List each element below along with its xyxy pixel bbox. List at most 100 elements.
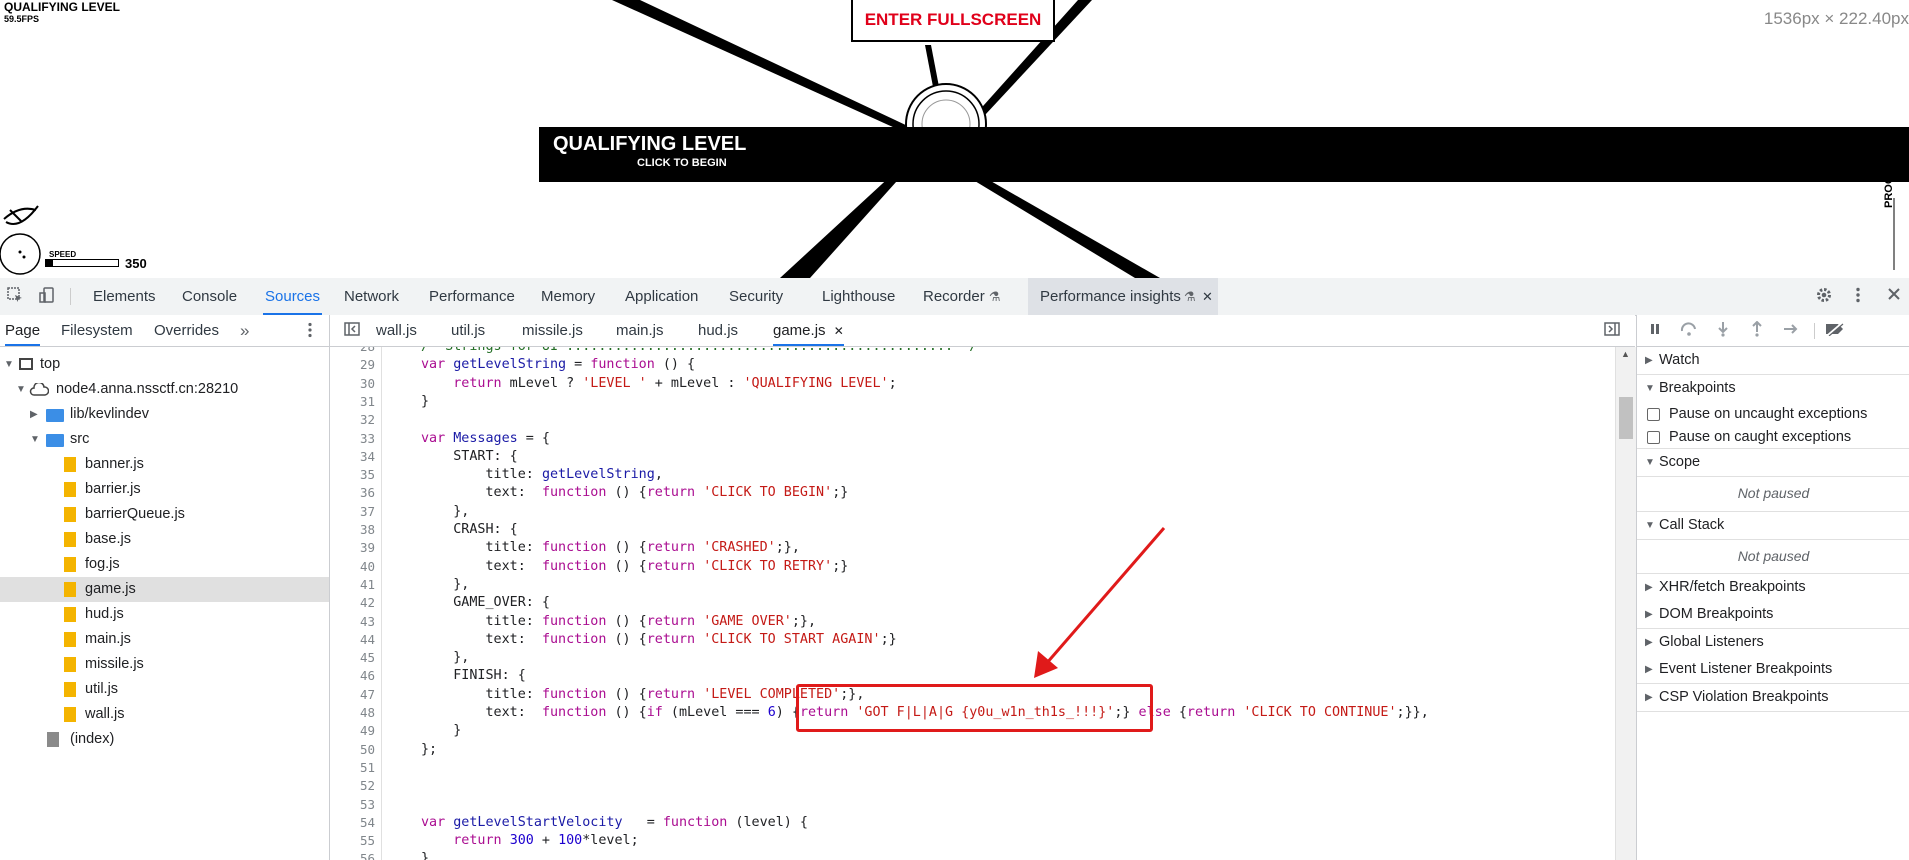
line-number[interactable]: 50	[335, 742, 375, 757]
tree-item-file[interactable]: barrierQueue.js	[0, 502, 329, 527]
pause-icon[interactable]	[1645, 321, 1665, 341]
line-number[interactable]: 40	[335, 559, 375, 574]
editor-tab[interactable]: missile.js	[522, 315, 583, 346]
more-options-icon[interactable]	[1848, 286, 1868, 306]
step-over-icon[interactable]	[1679, 321, 1699, 341]
line-number[interactable]: 37	[335, 504, 375, 519]
tab-sources[interactable]: Sources	[263, 278, 323, 315]
editor-tab[interactable]: hud.js	[698, 315, 738, 346]
line-number[interactable]: 39	[335, 540, 375, 555]
line-number[interactable]: 29	[335, 357, 375, 372]
pause-uncaught-checkbox[interactable]	[1647, 408, 1660, 421]
tree-item-top[interactable]: ▼ top	[0, 352, 329, 377]
tab-elements[interactable]: Elements	[93, 278, 156, 315]
line-number[interactable]: 47	[335, 687, 375, 702]
section-event-listener-breakpoints[interactable]: ▶ Event Listener Breakpoints	[1637, 656, 1909, 684]
line-number[interactable]: 46	[335, 668, 375, 683]
line-number[interactable]: 48	[335, 705, 375, 720]
scroll-up-arrow-icon[interactable]: ▲	[1621, 349, 1630, 359]
editor-tab[interactable]: main.js	[616, 315, 664, 346]
line-number[interactable]: 53	[335, 797, 375, 812]
line-number[interactable]: 33	[335, 431, 375, 446]
level-banner[interactable]: QUALIFYING LEVEL CLICK TO BEGIN	[539, 127, 1909, 182]
line-number[interactable]: 51	[335, 760, 375, 775]
line-number[interactable]: 49	[335, 723, 375, 738]
line-number[interactable]: 42	[335, 595, 375, 610]
tree-item-file[interactable]: main.js	[0, 627, 329, 652]
pause-caught-option[interactable]: Pause on caught exceptions	[1637, 426, 1909, 449]
tree-item-file[interactable]: hud.js	[0, 602, 329, 627]
line-number[interactable]: 38	[335, 522, 375, 537]
line-number[interactable]: 52	[335, 778, 375, 793]
line-number[interactable]: 34	[335, 449, 375, 464]
section-csp-breakpoints[interactable]: ▶ CSP Violation Breakpoints	[1637, 684, 1909, 712]
close-tab-icon[interactable]: ✕	[1202, 278, 1213, 315]
tab-performance[interactable]: Performance	[429, 278, 515, 315]
line-number[interactable]: 28	[335, 347, 375, 354]
step-icon[interactable]	[1781, 321, 1801, 341]
close-tab-icon[interactable]: ✕	[834, 324, 844, 338]
inspect-element-icon[interactable]	[5, 286, 25, 306]
tab-network[interactable]: Network	[344, 278, 399, 315]
section-scope[interactable]: ▼ Scope	[1637, 449, 1909, 477]
scrollbar-thumb[interactable]	[1619, 397, 1633, 439]
step-into-icon[interactable]	[1713, 321, 1733, 341]
tab-filesystem[interactable]: Filesystem	[61, 315, 133, 346]
line-number[interactable]: 36	[335, 485, 375, 500]
tree-item-index[interactable]: (index)	[0, 727, 329, 752]
deactivate-breakpoints-icon[interactable]	[1823, 321, 1847, 341]
tree-item-file[interactable]: wall.js	[0, 702, 329, 727]
editor-tab[interactable]: game.js ✕	[773, 315, 844, 346]
tab-security[interactable]: Security	[729, 278, 783, 315]
toggle-navigator-icon[interactable]	[342, 320, 362, 340]
section-xhr-breakpoints[interactable]: ▶ XHR/fetch Breakpoints	[1637, 573, 1909, 602]
section-watch[interactable]: ▶ Watch	[1637, 347, 1909, 375]
line-number[interactable]: 30	[335, 376, 375, 391]
section-call-stack[interactable]: ▼ Call Stack	[1637, 511, 1909, 540]
line-number[interactable]: 43	[335, 614, 375, 629]
line-number[interactable]: 55	[335, 833, 375, 848]
line-number[interactable]: 35	[335, 467, 375, 482]
code-view[interactable]: 28 29 30 31 32 33 34 35 36 37 38 39 40 41 42 43 44 45 46 47…	[330, 347, 1615, 860]
tree-item-file[interactable]: banner.js	[0, 452, 329, 477]
step-out-icon[interactable]	[1747, 320, 1767, 341]
line-number[interactable]: 32	[335, 412, 375, 427]
editor-tab[interactable]: util.js	[451, 315, 485, 346]
game-viewport[interactable]: QUALIFYING LEVEL 59.5FPS ENTER FULLSCREE…	[0, 0, 1909, 278]
tab-overrides[interactable]: Overrides	[154, 315, 219, 346]
tab-memory[interactable]: Memory	[541, 278, 595, 315]
editor-tab[interactable]: wall.js	[376, 315, 417, 346]
line-number[interactable]: 56	[335, 851, 375, 860]
tree-item-origin[interactable]: ▼ node4.anna.nssctf.cn:28210	[0, 377, 329, 402]
tree-item-file[interactable]: fog.js	[0, 552, 329, 577]
line-number[interactable]: 41	[335, 577, 375, 592]
section-breakpoints[interactable]: ▼ Breakpoints	[1637, 375, 1909, 402]
editor-scrollbar[interactable]: ▲	[1615, 347, 1636, 860]
close-devtools-icon[interactable]	[1884, 286, 1904, 306]
tab-application[interactable]: Application	[625, 278, 698, 315]
line-number[interactable]: 54	[335, 815, 375, 830]
pause-uncaught-option[interactable]: Pause on uncaught exceptions	[1637, 403, 1909, 426]
section-dom-breakpoints[interactable]: ▶ DOM Breakpoints	[1637, 601, 1909, 629]
device-toolbar-icon[interactable]	[37, 286, 57, 306]
section-global-listeners[interactable]: ▶ Global Listeners	[1637, 629, 1909, 657]
tree-item-file[interactable]: game.js	[0, 577, 329, 602]
settings-gear-icon[interactable]	[1814, 286, 1834, 306]
tab-recorder[interactable]: Recorder ⚗	[923, 278, 1001, 315]
navigator-menu-icon[interactable]	[300, 321, 320, 341]
tree-item-file[interactable]: util.js	[0, 677, 329, 702]
tree-item-folder-lib[interactable]: ▶ lib/kevlindev	[0, 402, 329, 427]
tab-page[interactable]: Page	[5, 315, 41, 346]
tab-lighthouse[interactable]: Lighthouse	[822, 278, 895, 315]
pause-caught-checkbox[interactable]	[1647, 431, 1660, 444]
tab-performance-insights[interactable]: Performance insights ⚗ ✕	[1028, 278, 1218, 315]
tree-item-file[interactable]: missile.js	[0, 652, 329, 677]
tree-item-folder-src[interactable]: ▼ src	[0, 427, 329, 452]
line-number[interactable]: 45	[335, 650, 375, 665]
toggle-debugger-icon[interactable]	[1602, 320, 1622, 340]
more-tabs-chevron-icon[interactable]: »	[240, 315, 249, 346]
line-number[interactable]: 31	[335, 394, 375, 409]
tree-item-file[interactable]: barrier.js	[0, 477, 329, 502]
line-number[interactable]: 44	[335, 632, 375, 647]
enter-fullscreen-button[interactable]: ENTER FULLSCREEN	[851, 0, 1055, 42]
